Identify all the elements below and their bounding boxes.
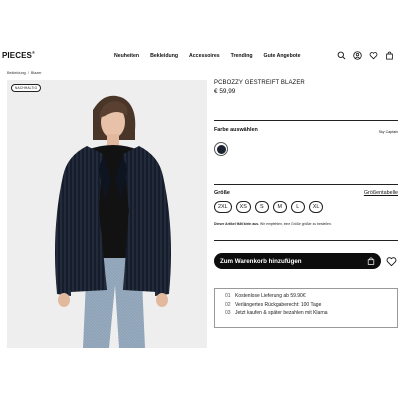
benefit-item: 01 Kostenlose Lieferung ab 59.90€ bbox=[225, 293, 387, 299]
size-selector: 2XL XS S M L XL bbox=[214, 201, 324, 213]
breadcrumb-current: Blazer bbox=[30, 71, 42, 75]
bag-icon bbox=[367, 257, 375, 265]
size-option-xs[interactable]: XS bbox=[235, 201, 251, 213]
benefit-text: Jetzt kaufen & später bezahlen mit Klarn… bbox=[235, 310, 328, 316]
benefit-item: 02 Verlängertes Rückgaberecht: 100 Tage bbox=[225, 302, 387, 308]
benefit-text: Verlängertes Rückgaberecht: 100 Tage bbox=[235, 301, 322, 308]
add-to-wishlist-button[interactable] bbox=[384, 254, 398, 268]
product-image[interactable]: NACHHALTIG bbox=[7, 80, 207, 348]
main-nav: Neuheiten Bekleidung Accessoires Trendin… bbox=[114, 53, 312, 59]
size-option-l[interactable]: L bbox=[290, 201, 305, 213]
size-guide-link[interactable]: Größentabelle bbox=[364, 190, 398, 196]
size-option-xl[interactable]: XL bbox=[308, 201, 324, 213]
benefit-number: 01 bbox=[225, 293, 231, 299]
fit-note-bold: Dieser Artikel fällt klein aus. bbox=[214, 222, 260, 226]
color-section-label: Farbe auswählen bbox=[214, 127, 258, 133]
site-header: PIECES® Neuheiten Bekleidung Accessoires… bbox=[0, 48, 400, 68]
fit-note: Dieser Artikel fällt klein aus. Wir empf… bbox=[214, 222, 332, 226]
sustainability-badge: NACHHALTIG bbox=[11, 84, 42, 92]
size-option-2xl[interactable]: 2XL bbox=[214, 201, 232, 213]
product-price: € 59,99 bbox=[214, 88, 236, 95]
heart-icon bbox=[386, 256, 396, 266]
add-to-cart-label: Zum Warenkorb hinzufügen bbox=[220, 257, 302, 265]
nav-item-bekleidung[interactable]: Bekleidung bbox=[150, 53, 178, 59]
size-option-m[interactable]: M bbox=[272, 201, 287, 213]
product-title: PCBOZZY GESTREIFT BLAZER bbox=[214, 80, 305, 86]
wishlist-icon[interactable] bbox=[369, 51, 378, 60]
fit-note-text: Wir empfehlen, eine Größe größer zu best… bbox=[259, 222, 332, 226]
benefit-text: Kostenlose Lieferung ab 59.90€ bbox=[235, 293, 306, 299]
swatch-fill bbox=[216, 144, 226, 154]
breadcrumb-link-bekleidung[interactable]: Bekleidung bbox=[7, 71, 26, 75]
size-option-s[interactable]: S bbox=[254, 201, 269, 213]
add-to-cart-button[interactable]: Zum Warenkorb hinzufügen bbox=[214, 253, 381, 269]
brand-logo[interactable]: PIECES® bbox=[2, 50, 35, 60]
nav-item-trending[interactable]: Trending bbox=[231, 53, 253, 59]
benefits-box: 01 Kostenlose Lieferung ab 59.90€ 02 Verlä… bbox=[214, 288, 398, 328]
benefit-item: 03 Jetzt kaufen & später bezahlen mit Kla… bbox=[225, 310, 387, 316]
search-icon[interactable] bbox=[337, 51, 346, 60]
section-divider bbox=[214, 184, 398, 185]
nav-item-gute-angebote[interactable]: Gute Angebote bbox=[264, 53, 301, 59]
selected-color-name: Sky Captain bbox=[378, 130, 398, 134]
model-photo bbox=[7, 80, 207, 348]
section-divider bbox=[214, 240, 398, 241]
color-swatch-sky-captain[interactable] bbox=[214, 142, 228, 156]
size-section-label: Größe bbox=[214, 190, 230, 196]
account-icon[interactable] bbox=[353, 51, 362, 60]
nav-item-accessoires[interactable]: Accessoires bbox=[189, 53, 220, 59]
bag-icon[interactable] bbox=[385, 51, 394, 60]
breadcrumb-separator: / bbox=[27, 71, 29, 75]
breadcrumb: Bekleidung / Blazer bbox=[7, 71, 44, 75]
nav-item-neuheiten[interactable]: Neuheiten bbox=[114, 53, 139, 59]
header-actions bbox=[337, 51, 394, 60]
benefit-number: 02 bbox=[225, 301, 231, 308]
section-divider bbox=[214, 120, 398, 121]
benefit-number: 03 bbox=[225, 310, 231, 316]
